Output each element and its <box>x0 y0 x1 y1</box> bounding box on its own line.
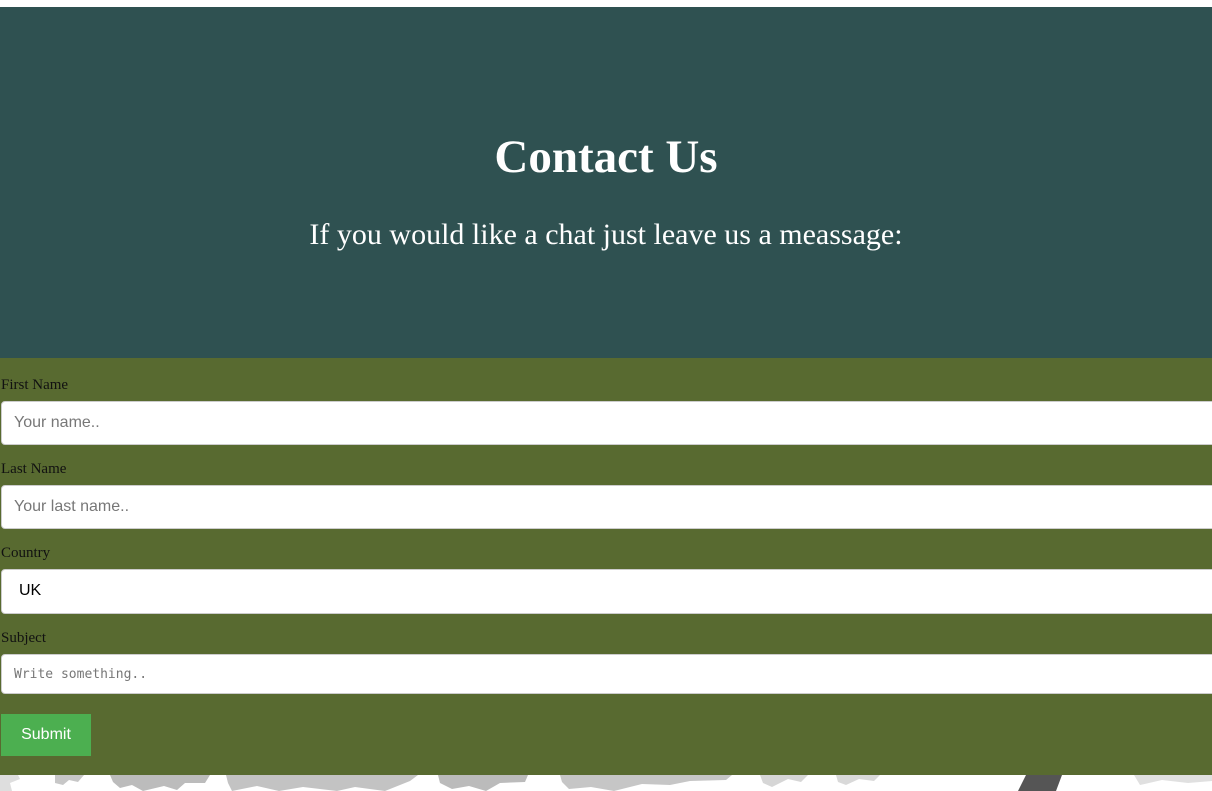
contact-hero: Contact Us If you would like a chat just… <box>0 7 1212 358</box>
contact-subtitle: If you would like a chat just leave us a… <box>309 218 903 251</box>
subject-textarea[interactable] <box>1 654 1212 694</box>
country-selected-value: UK <box>19 582 42 599</box>
country-select[interactable]: UK <box>1 569 1212 614</box>
country-label: Country <box>1 545 51 561</box>
first-name-label: First Name <box>1 377 69 393</box>
last-name-label: Last Name <box>1 461 67 477</box>
background-artwork <box>0 775 1212 791</box>
last-name-input[interactable] <box>1 485 1212 529</box>
submit-button[interactable]: Submit <box>1 714 91 756</box>
subject-label: Subject <box>1 630 46 646</box>
page-title: Contact Us <box>494 131 718 183</box>
first-name-input[interactable] <box>1 401 1212 445</box>
decorative-artwork-image <box>0 775 1212 791</box>
contact-form: First Name Last Name Country UK Subject … <box>0 358 1212 775</box>
